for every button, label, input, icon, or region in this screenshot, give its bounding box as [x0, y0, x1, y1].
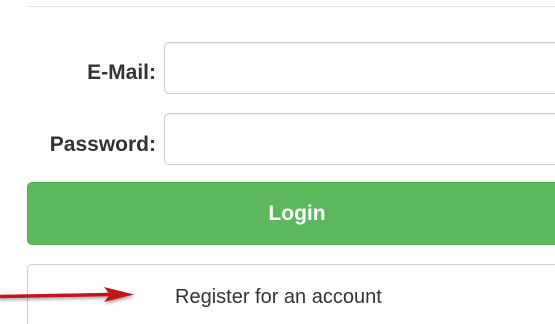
email-label: E-Mail:	[87, 61, 156, 84]
password-field[interactable]	[164, 113, 555, 165]
top-divider	[28, 6, 555, 7]
password-label: Password:	[49, 133, 156, 156]
login-page: E-Mail: Password: Login Register for an …	[0, 0, 555, 324]
email-field[interactable]	[164, 42, 555, 94]
login-button[interactable]: Login	[27, 182, 555, 245]
red-arrow-icon	[0, 287, 134, 302]
register-label: Register for an account	[175, 286, 382, 308]
